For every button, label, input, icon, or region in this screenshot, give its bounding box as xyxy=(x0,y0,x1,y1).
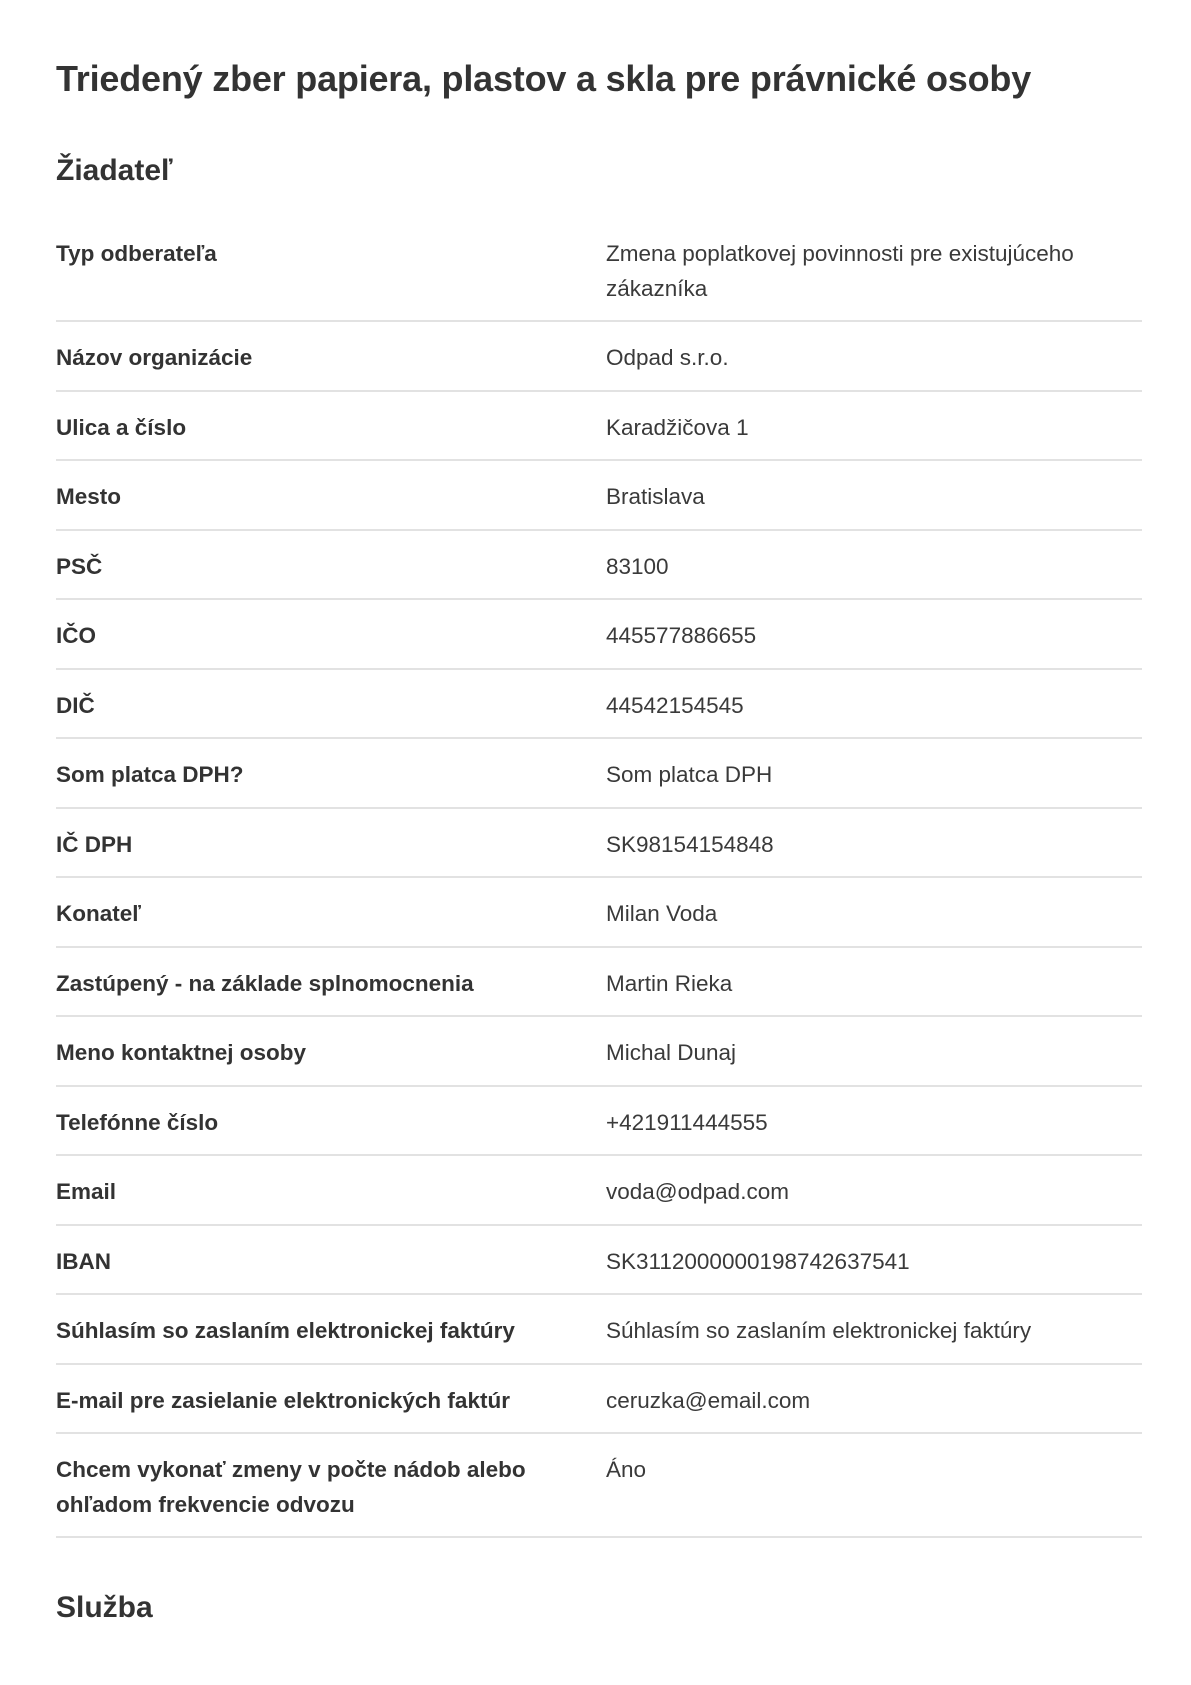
table-row: Ulica a číslo Karadžičova 1 xyxy=(56,392,1142,461)
field-value-phone: +421911444555 xyxy=(606,1109,768,1135)
table-row: Email voda@odpad.com xyxy=(56,1156,1142,1226)
field-label-ico: IČO xyxy=(56,623,97,648)
field-value-executive: Milan Voda xyxy=(606,901,718,926)
field-value-contact-person: Michal Dunaj xyxy=(606,1040,737,1065)
field-label-representative: Zastúpený - na základe splnomocnenia xyxy=(56,970,474,996)
field-value-representative: Martin Rieka xyxy=(606,970,733,996)
table-row: DIČ 44542154545 xyxy=(56,670,1142,739)
field-value-ico: 445577886655 xyxy=(606,623,757,648)
table-row: Mesto Bratislava xyxy=(56,461,1142,531)
page-title: Triedený zber papiera, plastov a skla pr… xyxy=(56,58,1032,99)
table-row: Názov organizácie Odpad s.r.o. xyxy=(56,322,1142,392)
field-label-organization-name: Názov organizácie xyxy=(56,345,253,370)
field-value-container-changes: Áno xyxy=(606,1457,647,1482)
section-title-applicant: Žiadateľ xyxy=(56,154,173,187)
field-value-street: Karadžičova 1 xyxy=(606,414,749,440)
field-value-dic: 44542154545 xyxy=(606,692,744,718)
section-title-service: Služba xyxy=(56,1591,153,1624)
field-label-e-invoice-email: E-mail pre zasielanie elektronických fak… xyxy=(56,1387,510,1413)
field-value-e-invoice-consent: Súhlasím so zaslaním elektronickej faktú… xyxy=(606,1318,1032,1343)
table-row: E-mail pre zasielanie elektronických fak… xyxy=(56,1365,1142,1434)
field-value-vat-id: SK98154154848 xyxy=(606,831,774,857)
table-row: Chcem vykonať zmeny v počte nádob alebo … xyxy=(56,1434,1142,1538)
field-value-organization-name: Odpad s.r.o. xyxy=(606,345,729,370)
field-value-iban: SK3112000000198742637541 xyxy=(606,1248,910,1274)
field-label-vat-payer: Som platca DPH? xyxy=(56,762,244,787)
field-value-e-invoice-email: ceruzka@email.com xyxy=(606,1387,811,1413)
table-row: Typ odberateľa Zmena poplatkovej povinno… xyxy=(56,218,1142,322)
field-value-city: Bratislava xyxy=(606,484,705,509)
field-label-city: Mesto xyxy=(56,484,122,509)
field-label-contact-person: Meno kontaktnej osoby xyxy=(56,1040,307,1065)
field-label-dic: DIČ xyxy=(56,692,95,718)
field-label-street: Ulica a číslo xyxy=(56,414,187,440)
field-label-iban: IBAN xyxy=(56,1248,111,1274)
field-value-vat-payer: Som platca DPH xyxy=(606,762,773,787)
table-row: Zastúpený - na základe splnomocnenia Mar… xyxy=(56,948,1142,1017)
table-row: IČ DPH SK98154154848 xyxy=(56,809,1142,878)
field-value-email: voda@odpad.com xyxy=(606,1179,789,1204)
field-label-customer-type: Typ odberateľa xyxy=(56,241,217,266)
table-row: Som platca DPH? Som platca DPH xyxy=(56,739,1142,809)
table-row: IBAN SK3112000000198742637541 xyxy=(56,1226,1142,1295)
field-label-vat-id: IČ DPH xyxy=(56,831,133,857)
field-label-container-changes: Chcem vykonať zmeny v počte nádob alebo … xyxy=(56,1457,526,1517)
table-row: Telefónne číslo +421911444555 xyxy=(56,1087,1142,1156)
table-row: Súhlasím so zaslaním elektronickej faktú… xyxy=(56,1295,1142,1365)
table-row: PSČ 83100 xyxy=(56,531,1142,600)
table-row: Konateľ Milan Voda xyxy=(56,878,1142,948)
field-value-customer-type: Zmena poplatkovej povinnosti pre existuj… xyxy=(606,241,1074,301)
table-row: IČO 445577886655 xyxy=(56,600,1142,670)
field-value-postal-code: 83100 xyxy=(606,553,669,579)
field-label-phone: Telefónne číslo xyxy=(56,1109,219,1135)
applicant-details-table: Typ odberateľa Zmena poplatkovej povinno… xyxy=(56,218,1142,1538)
field-label-email: Email xyxy=(56,1179,117,1204)
field-label-e-invoice-consent: Súhlasím so zaslaním elektronickej faktú… xyxy=(56,1318,515,1343)
table-row: Meno kontaktnej osoby Michal Dunaj xyxy=(56,1017,1142,1087)
field-label-executive: Konateľ xyxy=(56,901,141,926)
field-label-postal-code: PSČ xyxy=(56,553,103,579)
